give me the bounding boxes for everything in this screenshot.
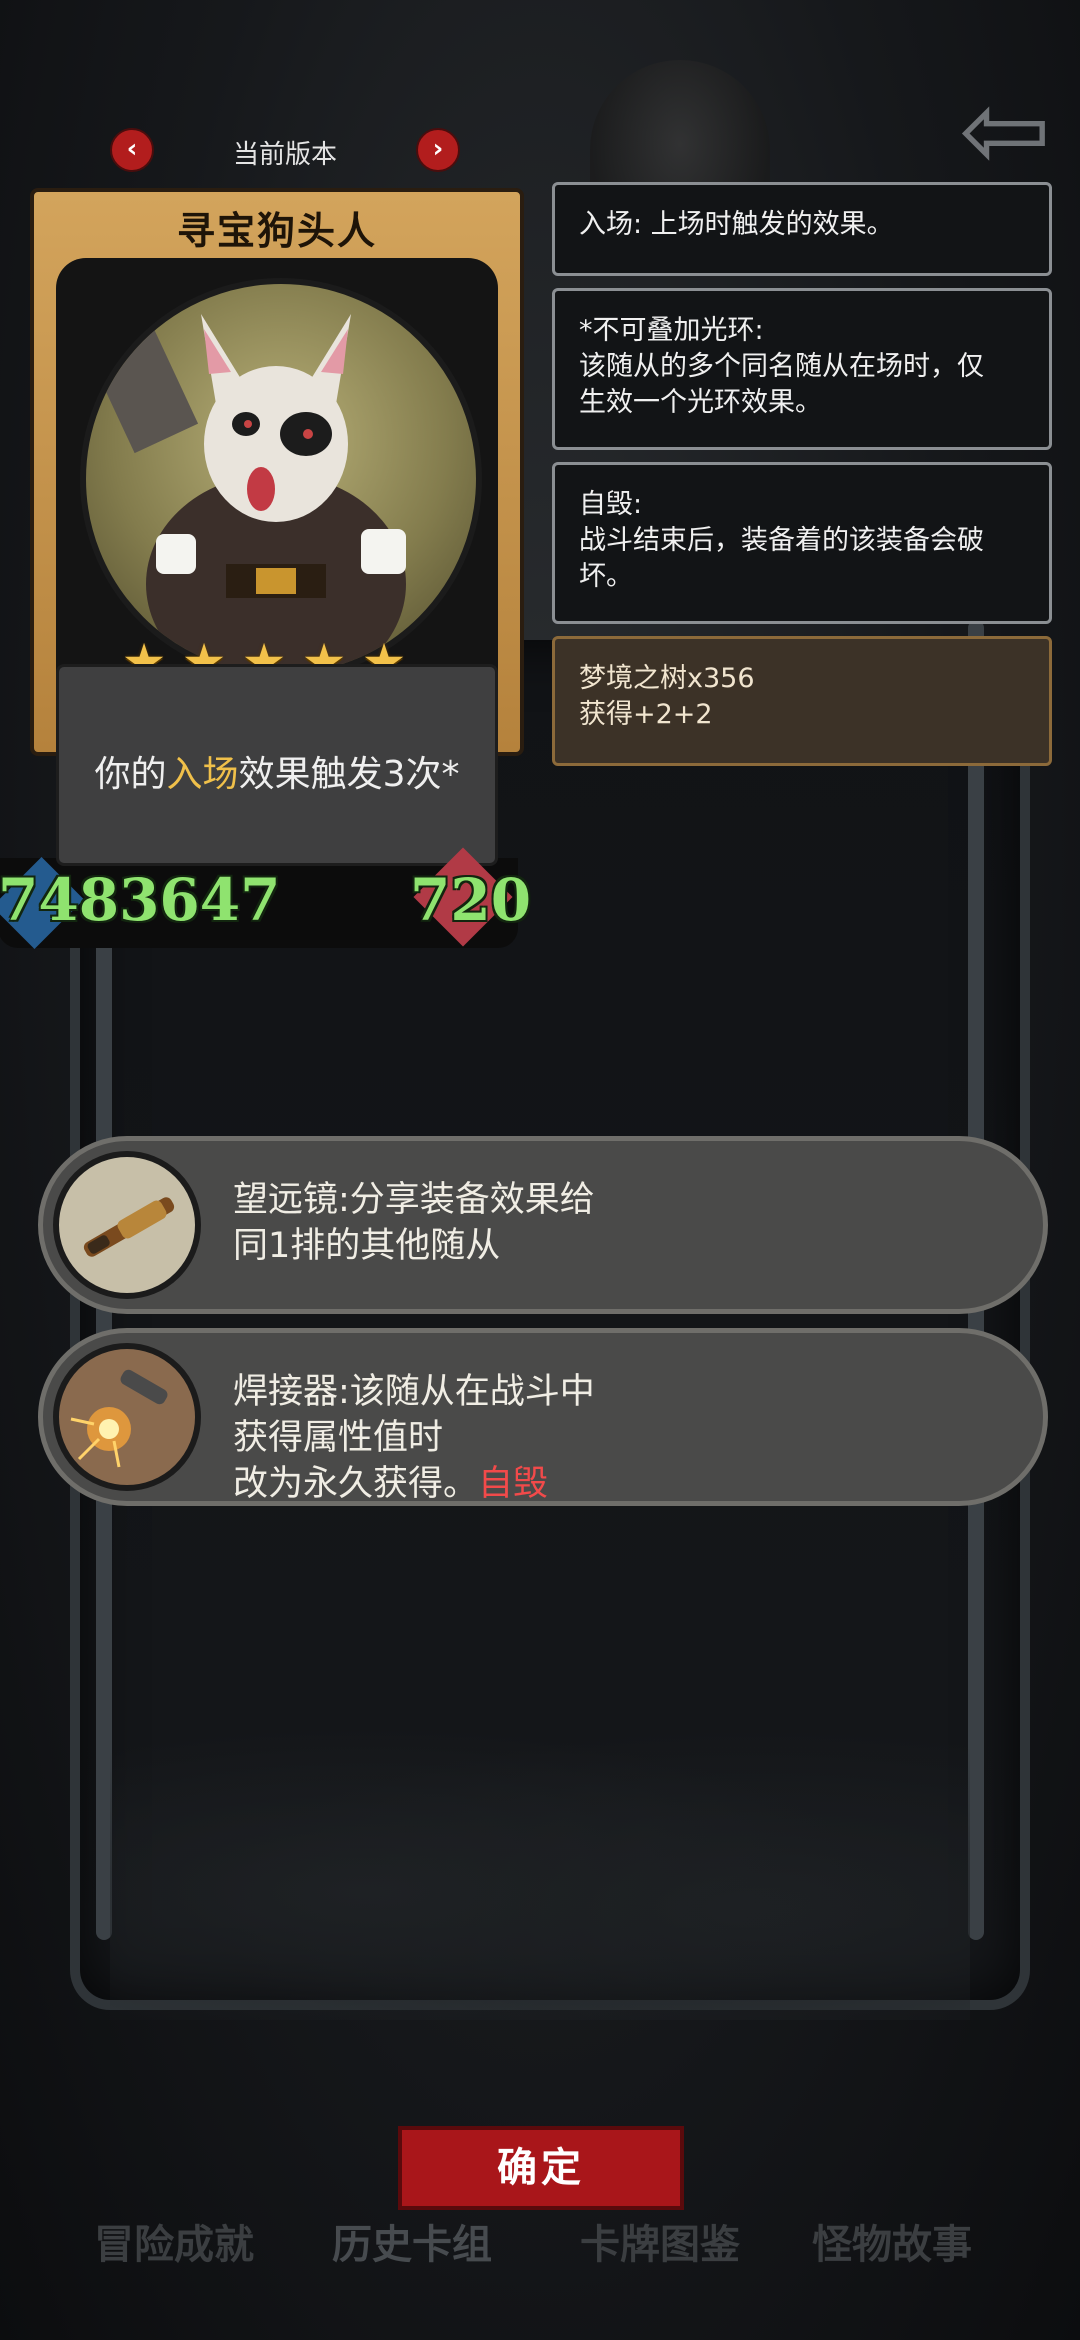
confirm-button[interactable]: 确定 xyxy=(398,2126,684,2210)
effect-keyword[interactable]: 入场 xyxy=(167,754,239,795)
tab-adventure-achievements[interactable]: 冒险成就 xyxy=(94,2212,254,2270)
equipment-description: 望远镜:分享装备效果给 同1排的其他随从 xyxy=(233,1177,595,1269)
equipment-row-welder[interactable]: 焊接器:该随从在战斗中 获得属性值时 改为永久获得。自毁 xyxy=(38,1328,1048,1506)
equipment-line: 改为永久获得。自毁 xyxy=(233,1461,595,1507)
kobold-portrait-image xyxy=(80,278,482,680)
welder-icon xyxy=(53,1343,201,1491)
equipment-line: 获得属性值时 xyxy=(233,1418,444,1458)
effect-suffix: 效果触发3次* xyxy=(238,754,460,795)
self-destruct-tag[interactable]: 自毁 xyxy=(478,1464,548,1504)
equipment-description: 焊接器:该随从在战斗中 获得属性值时 改为永久获得。自毁 xyxy=(233,1369,595,1507)
tab-monster-stories[interactable]: 怪物故事 xyxy=(812,2212,972,2270)
health-value: 720 xyxy=(410,866,532,934)
card-effect-text: 你的入场效果触发3次* xyxy=(59,745,495,797)
effect-prefix: 你的 xyxy=(94,754,167,795)
tooltip-line: 生效一个光环效果。 xyxy=(579,387,822,418)
tooltip-line: 该随从的多个同名随从在场时，仅 xyxy=(579,351,984,382)
equipment-line: 焊接器:该随从在战斗中 xyxy=(233,1372,595,1412)
tooltip-line: 自毁: xyxy=(579,489,643,520)
chevron-left-icon[interactable]: ‹ xyxy=(110,128,154,172)
tooltip-line: *不可叠加光环: xyxy=(579,315,764,346)
version-nav: ‹ 当前版本 › xyxy=(110,128,460,172)
telescope-icon xyxy=(53,1151,201,1299)
tooltip-line: 坏。 xyxy=(579,561,633,592)
bottom-tab-bar: 冒险成就 历史卡组 卡牌图鉴 怪物故事 xyxy=(60,2212,1020,2272)
tooltip-battlecry: 入场: 上场时触发的效果。 xyxy=(552,182,1052,276)
back-arrow-icon[interactable]: ⇦ xyxy=(950,75,1060,185)
equipment-line: 同1排的其他随从 xyxy=(233,1226,501,1266)
tooltip-line: 入场: 上场时触发的效果。 xyxy=(579,209,894,240)
equipment-line-text: 改为永久获得。 xyxy=(233,1464,479,1504)
tooltip-dream-tree: 梦境之树x356 获得+2+2 xyxy=(552,636,1052,766)
background-clouds xyxy=(110,1700,970,2020)
chevron-right-icon[interactable]: › xyxy=(416,128,460,172)
card-name: 寻宝狗头人 xyxy=(176,209,377,253)
attack-value: 7483647 xyxy=(0,866,281,934)
minion-card: 寻宝狗头人 ★ ★ ★ ★ ★ 你的入场效果触发3次* 7483647 720 xyxy=(0,188,531,949)
card-effect-box: 你的入场效果触发3次* xyxy=(56,664,498,866)
tooltip-line: 战斗结束后，装备着的该装备会破 xyxy=(579,525,984,556)
tab-history-decks[interactable]: 历史卡组 xyxy=(332,2212,492,2270)
tooltip-self-destruct: 自毁: 战斗结束后，装备着的该装备会破 坏。 xyxy=(552,462,1052,624)
tab-card-collection[interactable]: 卡牌图鉴 xyxy=(580,2212,740,2270)
tooltip-line: 获得+2+2 xyxy=(579,699,713,730)
version-label: 当前版本 xyxy=(232,140,337,170)
equipment-line: 望远镜:分享装备效果给 xyxy=(233,1180,595,1220)
equipment-row-telescope[interactable]: 望远镜:分享装备效果给 同1排的其他随从 xyxy=(38,1136,1048,1314)
tooltip-aura: *不可叠加光环: 该随从的多个同名随从在场时，仅 生效一个光环效果。 xyxy=(552,288,1052,450)
tooltip-line: 梦境之树x356 xyxy=(579,663,755,694)
